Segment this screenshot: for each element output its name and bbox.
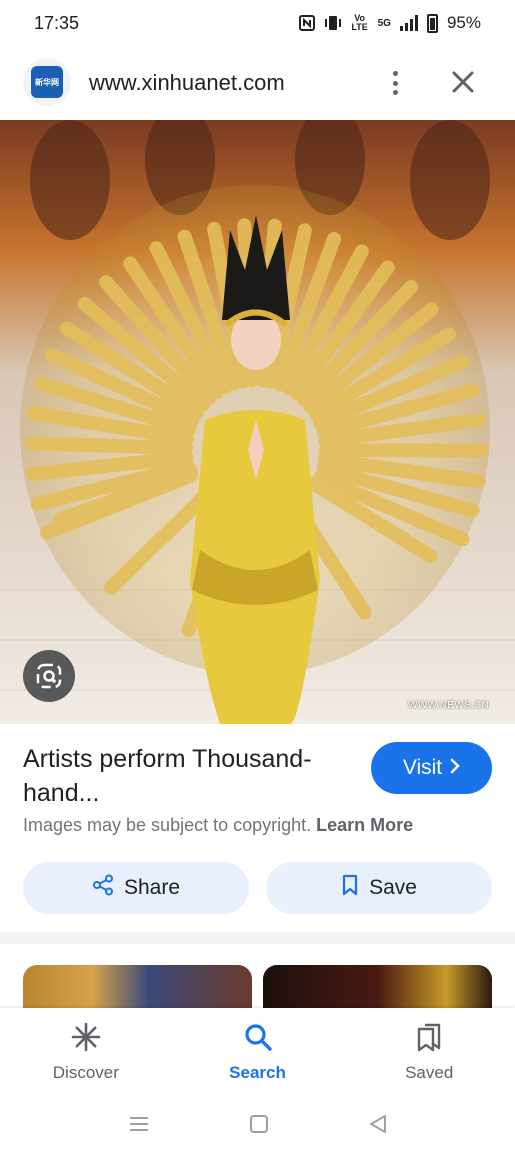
bottom-navigation: Discover Search Saved xyxy=(0,1008,515,1100)
battery-percent: 95% xyxy=(446,13,481,32)
copyright-notice: Images may be subject to copyright. Lear… xyxy=(23,815,413,836)
nav-discover-label: Discover xyxy=(52,1063,119,1082)
save-button[interactable]: Save xyxy=(266,862,492,914)
image-watermark: WWW.NEWS.CN xyxy=(408,700,490,711)
page-url[interactable]: www.xinhuanet.com xyxy=(89,70,285,96)
more-options-icon[interactable] xyxy=(384,68,406,98)
nfc-icon xyxy=(298,15,315,31)
result-title[interactable]: Artists perform Thousand-hand... xyxy=(23,742,353,810)
share-icon xyxy=(92,874,114,902)
asterisk-icon xyxy=(71,1022,101,1057)
nav-discover[interactable]: Discover xyxy=(0,1008,172,1100)
nav-search-label: Search xyxy=(229,1063,286,1082)
save-label: Save xyxy=(369,876,417,899)
status-time: 17:35 xyxy=(34,12,80,33)
network-5g-label: 5G xyxy=(377,17,391,29)
recent-apps-icon[interactable] xyxy=(129,1115,149,1138)
system-navigation-bar xyxy=(0,1100,515,1152)
back-icon[interactable] xyxy=(369,1114,387,1139)
signal-icon xyxy=(399,15,418,31)
bookmarks-icon xyxy=(414,1022,444,1057)
lens-search-button[interactable] xyxy=(23,650,75,702)
nav-search[interactable]: Search xyxy=(172,1008,344,1100)
home-icon[interactable] xyxy=(249,1114,269,1139)
nav-saved[interactable]: Saved xyxy=(343,1008,515,1100)
nav-saved-label: Saved xyxy=(405,1063,454,1082)
section-divider xyxy=(0,932,515,944)
visit-button[interactable]: Visit xyxy=(371,742,492,794)
learn-more-link[interactable]: Learn More xyxy=(316,815,413,835)
url-bar: 新华网 www.xinhuanet.com xyxy=(0,55,515,113)
copyright-text: Images may be subject to copyright. xyxy=(23,815,312,835)
vibrate-icon xyxy=(324,15,342,31)
visit-label: Visit xyxy=(402,756,443,779)
chevron-right-icon xyxy=(450,756,460,780)
bookmark-icon xyxy=(341,874,359,902)
volte-label: Vo LTE xyxy=(351,13,368,32)
search-icon xyxy=(243,1022,273,1057)
battery-icon xyxy=(426,13,438,33)
result-image[interactable] xyxy=(0,120,515,724)
site-logo[interactable]: 新华网 xyxy=(23,58,71,106)
share-label: Share xyxy=(123,876,181,899)
close-icon[interactable] xyxy=(448,67,478,97)
status-bar: 17:35 Vo LTE 5G 95% xyxy=(0,0,515,46)
site-logo-mark: 新华网 xyxy=(31,66,63,98)
status-icons: Vo LTE 5G 95% xyxy=(298,13,481,33)
share-button[interactable]: Share xyxy=(23,862,249,914)
